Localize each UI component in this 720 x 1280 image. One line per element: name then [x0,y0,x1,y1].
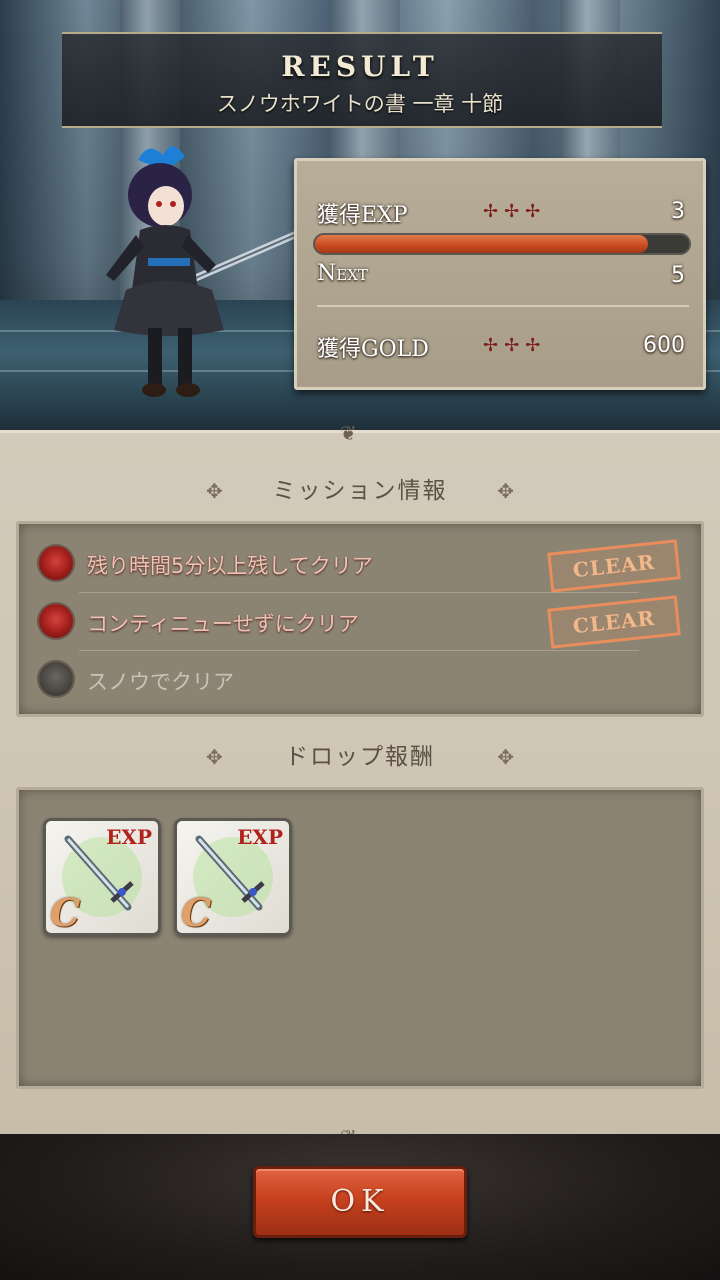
clear-stamp: CLEAR [547,595,681,649]
mission-text: 残り時間5分以上残してクリア [87,554,373,578]
result-stats-panel: 獲得EXP ✢✢✢ 3 Next 5 獲得GOLD ✢✢✢ 600 [294,158,706,390]
result-details-area: ❦ ✥ ミッション情報 ✥ 残り時間5分以上残してクリア CLEAR コンティニ… [0,421,720,1149]
heading-deco-right-icon: ✥ [497,479,514,503]
gold-label: 獲得GOLD [317,337,429,362]
drops-panel: EXP C EXP C [16,787,704,1089]
top-ornament-icon: ❦ [340,421,357,445]
mission-text: スノウでクリア [87,670,234,694]
rose-icon [39,604,73,638]
rose-icon [39,546,73,580]
exp-label: 獲得EXP [317,203,408,228]
exp-progress-fill [315,235,648,253]
result-title: RESULT [281,50,439,83]
drops-heading: ✥ ドロップ報酬 ✥ [160,737,560,777]
drop-exp-tag: EXP [106,825,152,849]
mission-item: コンティニューせずにクリア CLEAR [19,594,701,650]
mission-item: スノウでクリア [19,652,701,708]
heading-deco-right-icon: ✥ [497,745,514,769]
clear-stamp: CLEAR [547,539,681,593]
drop-rarity: C [50,890,81,935]
mission-item: 残り時間5分以上残してクリア CLEAR [19,536,701,593]
missions-heading: ✥ ミッション情報 ✥ [160,471,560,511]
mission-text: コンティニューせずにクリア [87,612,359,636]
drop-exp-tag: EXP [237,825,283,849]
drop-item[interactable]: EXP C [174,818,292,936]
drop-item[interactable]: EXP C [43,818,161,936]
gold-cross-icons: ✢✢✢ [483,335,547,356]
character-sprite [106,146,308,397]
next-label: Next [317,261,368,286]
exp-progress-bar [313,233,691,255]
exp-cross-icons: ✢✢✢ [483,201,547,222]
exp-value: 3 [671,199,685,224]
next-value: 5 [671,263,685,288]
heading-deco-left-icon: ✥ [206,479,223,503]
drop-rarity: C [181,890,212,935]
stats-divider [317,305,689,307]
rose-icon-inactive [39,662,73,696]
chapter-subtitle: スノウホワイトの書 一章 十節 [216,92,504,116]
heading-deco-left-icon: ✥ [206,745,223,769]
gold-value: 600 [643,333,685,358]
ok-button[interactable]: OK [253,1166,467,1238]
missions-panel: 残り時間5分以上残してクリア CLEAR コンティニューせずにクリア CLEAR… [16,521,704,717]
